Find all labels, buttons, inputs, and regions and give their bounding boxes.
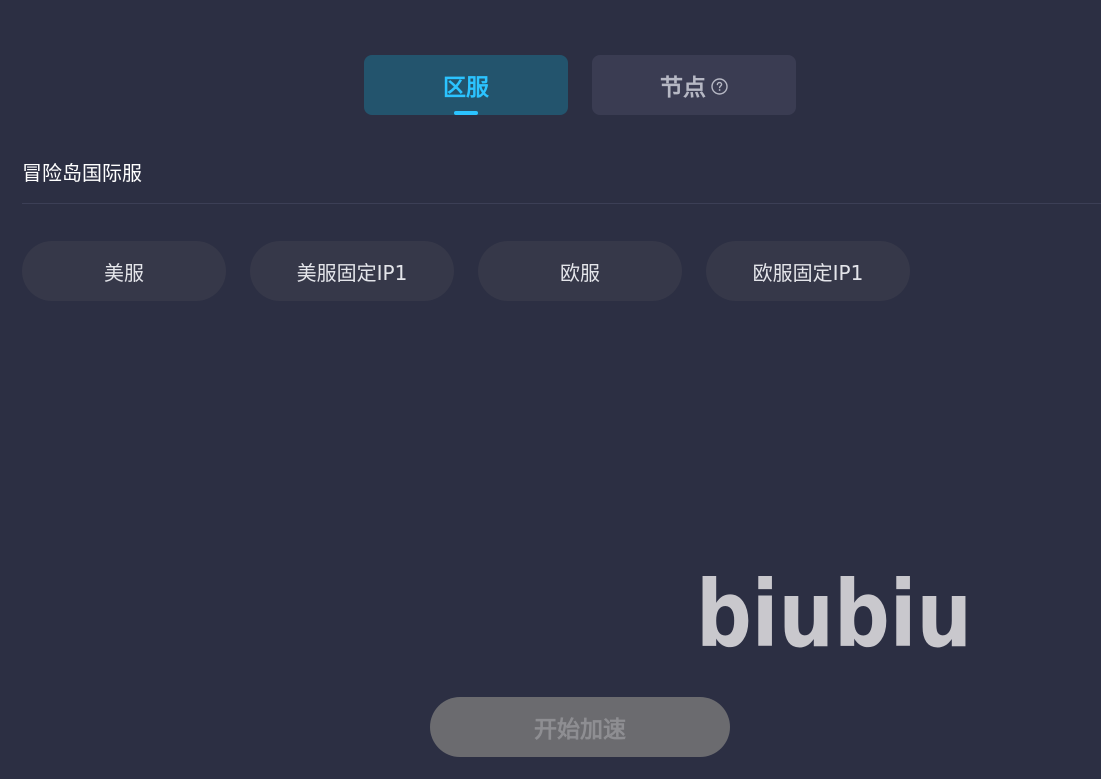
start-acceleration-button[interactable]: 开始加速	[430, 697, 730, 757]
game-title: 冒险岛国际服	[22, 161, 142, 185]
question-circle-icon[interactable]	[711, 77, 728, 95]
server-option-eu[interactable]: 欧服	[478, 241, 682, 301]
tab-node-label: 节点	[660, 75, 706, 101]
server-option-eu-fixed-ip[interactable]: 欧服固定IP1	[706, 241, 910, 301]
server-option-us[interactable]: 美服	[22, 241, 226, 301]
tab-region[interactable]: 区服	[364, 55, 568, 115]
accelerator-panel: 区服 节点 冒险岛国际服 美服 美服固定IP1 欧服 欧服固定IP1 biubi…	[0, 0, 1101, 779]
divider	[22, 203, 1101, 204]
biubiu-logo: biubiu	[694, 561, 976, 668]
tab-node[interactable]: 节点	[592, 55, 796, 115]
tab-region-label: 区服	[443, 75, 489, 101]
logo-text: biubiu	[696, 568, 972, 658]
active-tab-indicator	[454, 111, 478, 115]
server-option-us-fixed-ip[interactable]: 美服固定IP1	[250, 241, 454, 301]
